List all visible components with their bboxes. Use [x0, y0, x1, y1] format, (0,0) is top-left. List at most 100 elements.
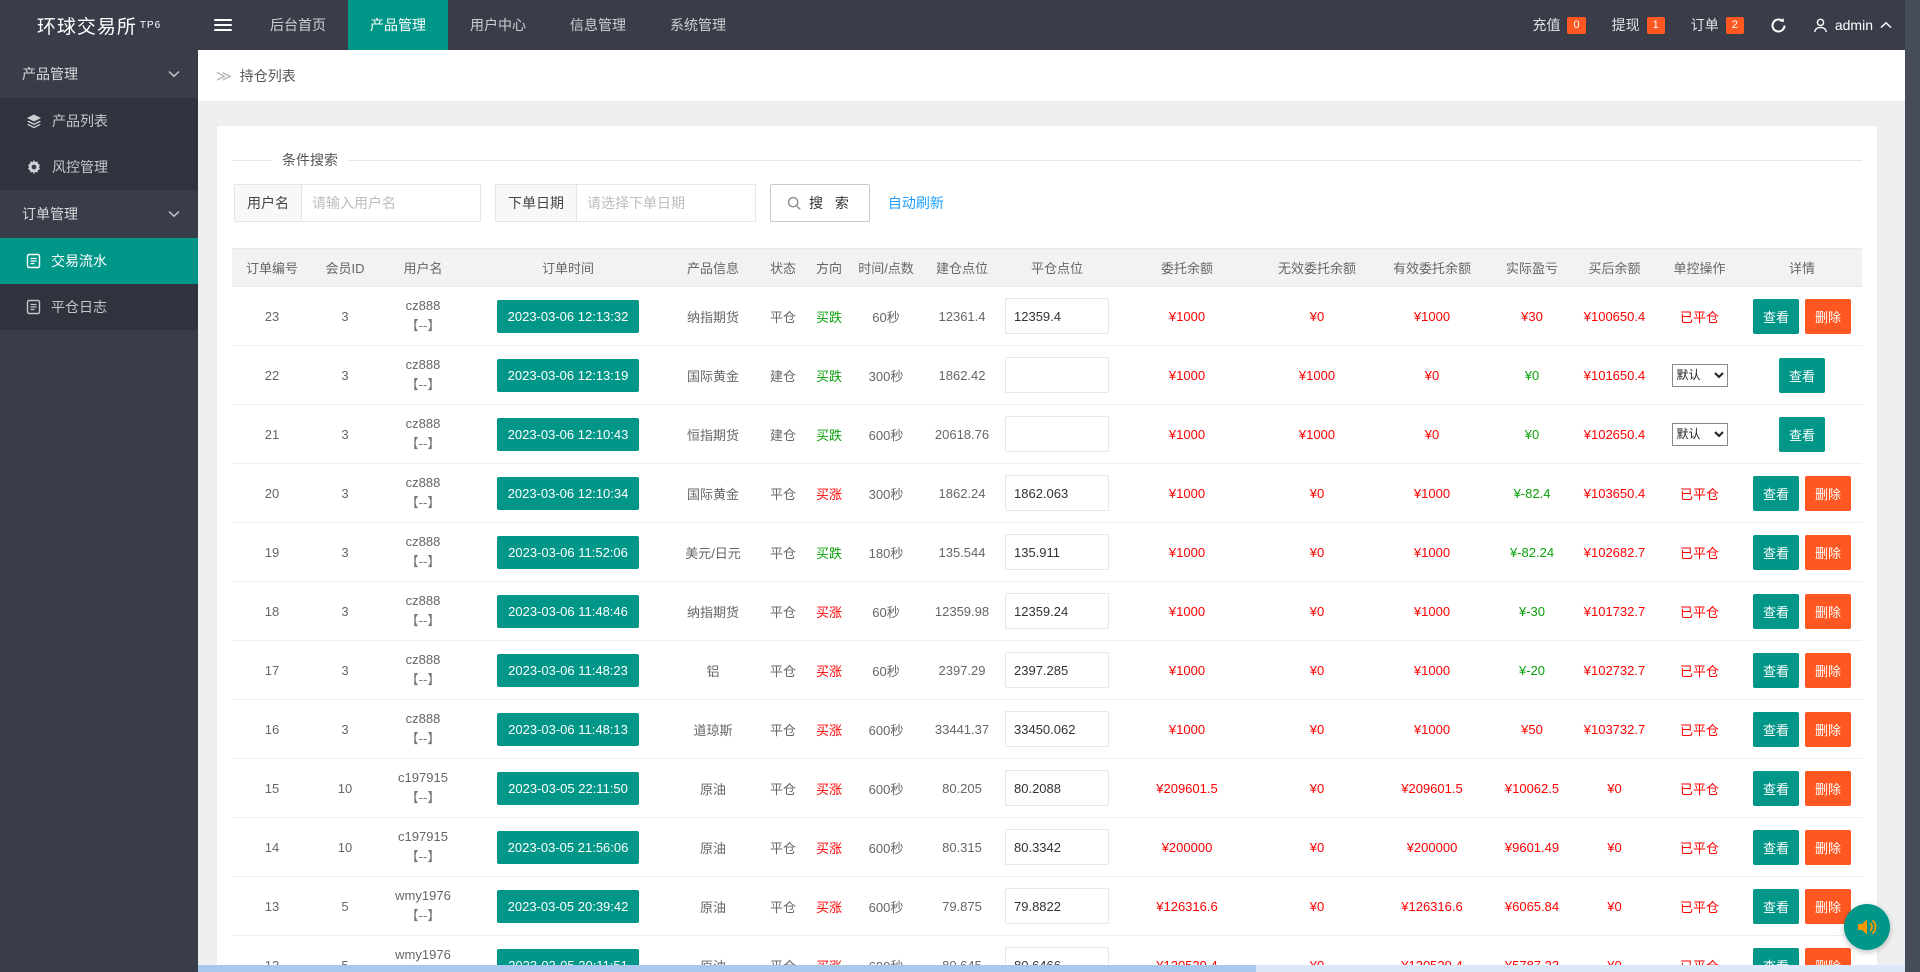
table-body: 23 3 cz888 【--】 2023-03-06 12:13:32 纳指期货 …	[232, 286, 1862, 972]
view-button[interactable]: 查看	[1752, 652, 1799, 688]
sidebar-section-1[interactable]: 订单管理	[0, 190, 198, 238]
sidebar-section-0[interactable]: 产品管理	[0, 50, 198, 98]
delete-button[interactable]: 删除	[1805, 829, 1852, 865]
delete-button[interactable]: 删除	[1805, 298, 1852, 334]
cell-invalid-entrust: ¥0	[1262, 522, 1372, 582]
view-button[interactable]: 查看	[1752, 888, 1799, 924]
cell-direction: 买涨	[808, 699, 850, 759]
delete-button[interactable]: 删除	[1805, 770, 1852, 806]
horizontal-scrollbar[interactable]	[198, 965, 1905, 972]
cell-entrust: ¥1000	[1112, 404, 1262, 464]
view-button[interactable]: 查看	[1778, 357, 1825, 393]
order-time-button[interactable]: 2023-03-06 12:10:34	[496, 476, 640, 510]
cell-profit: ¥-20	[1492, 640, 1572, 700]
order-time-button[interactable]: 2023-03-06 12:13:32	[496, 299, 640, 333]
cell-duration: 600秒	[850, 876, 922, 936]
cell-control: 已平仓	[1657, 286, 1742, 346]
closed-status: 已平仓	[1679, 899, 1719, 915]
cell-order-id: 15	[232, 758, 312, 818]
view-button[interactable]: 查看	[1752, 534, 1799, 570]
delete-button[interactable]: 删除	[1805, 534, 1852, 570]
cell-status: 平仓	[758, 463, 808, 523]
cell-username: cz888 【--】	[378, 522, 468, 582]
horizontal-scrollbar-thumb[interactable]	[198, 965, 1257, 972]
delete-button[interactable]: 删除	[1805, 593, 1852, 629]
control-select[interactable]: 默认	[1671, 422, 1728, 446]
cell-control: 已平仓	[1657, 817, 1742, 877]
col-header-5: 状态	[758, 248, 808, 287]
close-point-input[interactable]	[1005, 357, 1109, 393]
close-point-input[interactable]	[1005, 593, 1109, 629]
sidebar-item-风控管理[interactable]: 风控管理	[0, 144, 198, 190]
view-button[interactable]: 查看	[1778, 416, 1825, 452]
nav-item-0[interactable]: 后台首页	[248, 0, 348, 50]
search-button[interactable]: 搜 索	[770, 184, 870, 222]
view-button[interactable]: 查看	[1752, 475, 1799, 511]
delete-button[interactable]: 删除	[1805, 711, 1852, 747]
delete-button[interactable]: 删除	[1805, 652, 1852, 688]
badge-count: 2	[1725, 16, 1744, 34]
close-point-input[interactable]	[1005, 652, 1109, 688]
order-time-button[interactable]: 2023-03-06 11:48:46	[497, 594, 639, 628]
view-button[interactable]: 查看	[1752, 711, 1799, 747]
order-time-button[interactable]: 2023-03-05 20:39:42	[496, 889, 640, 923]
nav-item-1[interactable]: 产品管理	[348, 0, 448, 50]
close-point-input[interactable]	[1005, 534, 1109, 570]
search-legend: 条件搜索	[282, 152, 338, 168]
close-point-input[interactable]	[1005, 416, 1109, 452]
view-button[interactable]: 查看	[1752, 593, 1799, 629]
nav-item-2[interactable]: 用户中心	[448, 0, 548, 50]
nav-stat-2[interactable]: 订单 2	[1691, 15, 1744, 35]
view-button[interactable]: 查看	[1752, 770, 1799, 806]
nav-stat-1[interactable]: 提现 1	[1612, 15, 1665, 35]
order-time-button[interactable]: 2023-03-06 11:52:06	[497, 535, 639, 569]
refresh-icon[interactable]	[1770, 17, 1787, 34]
cell-valid-entrust: ¥126316.6	[1372, 876, 1492, 936]
cell-control: 默认	[1657, 345, 1742, 405]
order-time-button[interactable]: 2023-03-06 12:13:19	[496, 358, 640, 392]
order-time-button[interactable]: 2023-03-06 11:48:23	[497, 653, 639, 687]
order-date-input[interactable]	[576, 184, 756, 222]
auto-refresh-link[interactable]: 自动刷新	[888, 193, 944, 213]
cell-invalid-entrust: ¥0	[1262, 817, 1372, 877]
floating-audio-button[interactable]	[1844, 904, 1890, 950]
order-date-group: 下单日期	[495, 184, 756, 222]
cell-profit: ¥-30	[1492, 581, 1572, 641]
hamburger-menu-icon[interactable]	[198, 0, 248, 50]
order-time-button[interactable]: 2023-03-05 21:56:06	[496, 830, 640, 864]
col-header-11: 无效委托余额	[1262, 248, 1372, 287]
vertical-scrollbar[interactable]	[1905, 0, 1920, 972]
view-button[interactable]: 查看	[1752, 298, 1799, 334]
username-input[interactable]	[301, 184, 481, 222]
sidebar-section-items: 交易流水 平仓日志	[0, 238, 198, 330]
cell-product: 铝	[668, 640, 758, 700]
closed-status: 已平仓	[1679, 663, 1719, 679]
order-time-button[interactable]: 2023-03-05 22:11:50	[497, 771, 639, 805]
cell-detail: 查看删除	[1742, 758, 1862, 818]
control-select[interactable]: 默认	[1671, 363, 1728, 387]
close-point-input[interactable]	[1005, 298, 1109, 334]
sidebar-item-交易流水[interactable]: 交易流水	[0, 238, 198, 284]
delete-button[interactable]: 删除	[1805, 475, 1852, 511]
sidebar-item-平仓日志[interactable]: 平仓日志	[0, 284, 198, 330]
nav-item-4[interactable]: 系统管理	[648, 0, 748, 50]
close-point-input[interactable]	[1005, 829, 1109, 865]
sidebar-item-产品列表[interactable]: 产品列表	[0, 98, 198, 144]
nav-item-3[interactable]: 信息管理	[548, 0, 648, 50]
cell-open-point: 1862.24	[922, 463, 1002, 523]
close-point-input[interactable]	[1005, 888, 1109, 924]
cell-control: 默认	[1657, 404, 1742, 464]
delete-button[interactable]: 删除	[1805, 888, 1852, 924]
chevron-down-icon	[168, 210, 180, 218]
close-point-input[interactable]	[1005, 711, 1109, 747]
view-button[interactable]: 查看	[1752, 829, 1799, 865]
cell-entrust: ¥1000	[1112, 463, 1262, 523]
close-point-input[interactable]	[1005, 475, 1109, 511]
admin-menu[interactable]: admin	[1813, 17, 1892, 33]
cell-username: wmy1976【--】	[378, 876, 468, 936]
close-point-input[interactable]	[1005, 770, 1109, 806]
col-header-1: 会员ID	[312, 248, 378, 287]
order-time-button[interactable]: 2023-03-06 12:10:43	[496, 417, 640, 451]
nav-stat-0[interactable]: 充值 0	[1532, 15, 1586, 35]
order-time-button[interactable]: 2023-03-06 11:48:13	[497, 712, 639, 746]
